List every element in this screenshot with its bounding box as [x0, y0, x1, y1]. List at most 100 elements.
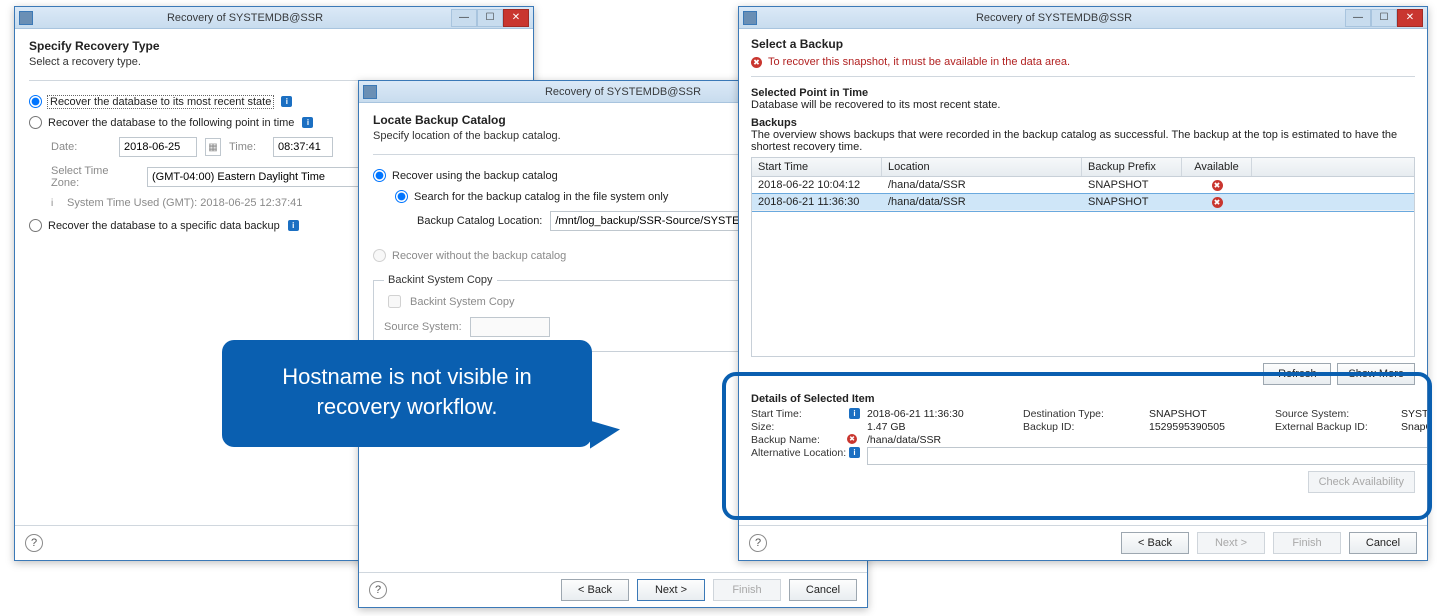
minimize-button[interactable]: — [1345, 9, 1371, 27]
maximize-button[interactable]: ☐ [1371, 9, 1397, 27]
window-title: Recovery of SYSTEMDB@SSR [39, 12, 451, 24]
window-title: Recovery of SYSTEMDB@SSR [763, 12, 1345, 24]
cancel-button[interactable]: Cancel [789, 579, 857, 601]
page-subtext: Select a recovery type. [29, 56, 519, 68]
page-heading: Specify Recovery Type [29, 39, 519, 53]
radio-recover-without-catalog-input [373, 249, 386, 262]
recover-recent-note: Database will be recovered to its most r… [751, 99, 1415, 111]
detail-start-time-label: Start Time: [751, 408, 841, 420]
source-system-label: Source System: [384, 321, 462, 333]
minimize-button[interactable]: — [451, 9, 477, 27]
unavailable-icon: ✖ [1212, 197, 1223, 208]
check-availability-button: Check Availability [1308, 471, 1415, 493]
maximize-button[interactable]: ☐ [477, 9, 503, 27]
detail-backup-id-label: Backup ID: [1023, 421, 1143, 433]
close-button[interactable]: ✕ [503, 9, 529, 27]
annotation-callout: Hostname is not visible in recovery work… [222, 340, 592, 447]
system-time-note: System Time Used (GMT): 2018-06-25 12:37… [67, 197, 302, 209]
cell-start-time: 2018-06-22 10:04:12 [752, 177, 882, 193]
details-heading: Details of Selected Item [751, 393, 1415, 405]
table-row[interactable]: 2018-06-21 11:36:30/hana/data/SSRSNAPSHO… [752, 194, 1414, 211]
detail-source-system-value: SYSTEMDB@SSR [1401, 408, 1427, 420]
col-location[interactable]: Location [882, 158, 1082, 176]
error-icon: ✖ [751, 57, 762, 68]
detail-backup-id-value: 1529595390505 [1149, 421, 1269, 433]
detail-size-value: 1.47 GB [867, 421, 1017, 433]
radio-search-filesystem-input[interactable] [395, 190, 408, 203]
help-icon[interactable]: ? [369, 581, 387, 599]
titlebar[interactable]: Recovery of SYSTEMDB@SSR — ☐ ✕ [15, 7, 533, 29]
time-label: Time: [229, 141, 265, 153]
page-heading: Select a Backup [751, 37, 1415, 51]
backups-overview-text: The overview shows backups that were rec… [751, 129, 1415, 153]
col-backup-prefix[interactable]: Backup Prefix [1082, 158, 1182, 176]
back-button[interactable]: < Back [1121, 532, 1189, 554]
app-icon [19, 11, 33, 25]
callout-pointer-icon [590, 415, 620, 448]
radio-recover-point-in-time-input[interactable] [29, 116, 42, 129]
col-start-time[interactable]: Start Time [752, 158, 882, 176]
finish-button: Finish [713, 579, 781, 601]
radio-recover-using-catalog-input[interactable] [373, 169, 386, 182]
backint-checkbox-input [388, 295, 401, 308]
radio-recover-most-recent-input[interactable] [29, 95, 42, 108]
date-input[interactable] [119, 137, 197, 157]
alt-location-input[interactable] [867, 447, 1427, 465]
details-grid: Start Time: i 2018-06-21 11:36:30 Destin… [751, 408, 1415, 465]
source-system-input [470, 317, 550, 337]
detail-ext-backup-id-value: SnapCenter_LocalSnap_06-21-2018_11.36.28… [1401, 421, 1427, 433]
app-icon [743, 11, 757, 25]
cell-start-time: 2018-06-21 11:36:30 [752, 194, 882, 210]
help-icon[interactable]: ? [25, 534, 43, 552]
unavailable-icon: ✖ [1212, 180, 1223, 191]
detail-backup-name-value: /hana/data/SSR [867, 434, 1017, 446]
error-message: ✖ To recover this snapshot, it must be a… [751, 56, 1415, 68]
info-icon[interactable]: i [281, 96, 292, 107]
next-button[interactable]: Next > [637, 579, 705, 601]
detail-start-time-value: 2018-06-21 11:36:30 [867, 408, 1017, 420]
detail-ext-backup-id-label: External Backup ID: [1275, 421, 1395, 433]
detail-backup-name-label: Backup Name: [751, 434, 841, 446]
table-row[interactable]: 2018-06-22 10:04:12/hana/data/SSRSNAPSHO… [752, 177, 1414, 194]
radio-recover-specific-backup-input[interactable] [29, 219, 42, 232]
back-button[interactable]: < Back [561, 579, 629, 601]
app-icon [363, 85, 377, 99]
date-label: Date: [51, 141, 111, 153]
detail-source-system-label: Source System: [1275, 408, 1395, 420]
cell-backup-prefix: SNAPSHOT [1082, 194, 1182, 210]
finish-button: Finish [1273, 532, 1341, 554]
table-header: Start Time Location Backup Prefix Availa… [752, 158, 1414, 177]
catalog-location-label: Backup Catalog Location: [417, 215, 542, 227]
help-icon[interactable]: ? [749, 534, 767, 552]
detail-dest-type-value: SNAPSHOT [1149, 408, 1269, 420]
error-icon: ✖ [847, 434, 857, 444]
titlebar[interactable]: Recovery of SYSTEMDB@SSR — ☐ ✕ [739, 7, 1427, 29]
detail-alt-location-label: Alternative Location: [751, 447, 841, 465]
time-input[interactable] [273, 137, 333, 157]
refresh-button[interactable]: Refresh [1263, 363, 1331, 385]
cell-location: /hana/data/SSR [882, 177, 1082, 193]
timezone-select[interactable] [147, 167, 377, 187]
cell-available: ✖ [1182, 194, 1252, 210]
info-icon[interactable]: i [288, 220, 299, 231]
info-icon[interactable]: i [849, 408, 860, 419]
col-available[interactable]: Available [1182, 158, 1252, 176]
cell-backup-prefix: SNAPSHOT [1082, 177, 1182, 193]
next-button: Next > [1197, 532, 1265, 554]
timezone-label: Select Time Zone: [51, 165, 139, 189]
detail-size-label: Size: [751, 421, 841, 433]
close-button[interactable]: ✕ [1397, 9, 1423, 27]
cell-available: ✖ [1182, 177, 1252, 193]
info-icon[interactable]: i [849, 447, 860, 458]
backint-legend: Backint System Copy [384, 274, 497, 286]
calendar-icon[interactable]: ▦ [205, 138, 221, 156]
selected-point-label: Selected Point in Time [751, 87, 1415, 99]
info-icon[interactable]: i [302, 117, 313, 128]
detail-dest-type-label: Destination Type: [1023, 408, 1143, 420]
backup-table[interactable]: Start Time Location Backup Prefix Availa… [751, 157, 1415, 357]
show-more-button[interactable]: Show More [1337, 363, 1415, 385]
info-icon: i [51, 198, 61, 209]
cancel-button[interactable]: Cancel [1349, 532, 1417, 554]
window-select-backup: Recovery of SYSTEMDB@SSR — ☐ ✕ Select a … [738, 6, 1428, 561]
backups-label: Backups [751, 117, 1415, 129]
